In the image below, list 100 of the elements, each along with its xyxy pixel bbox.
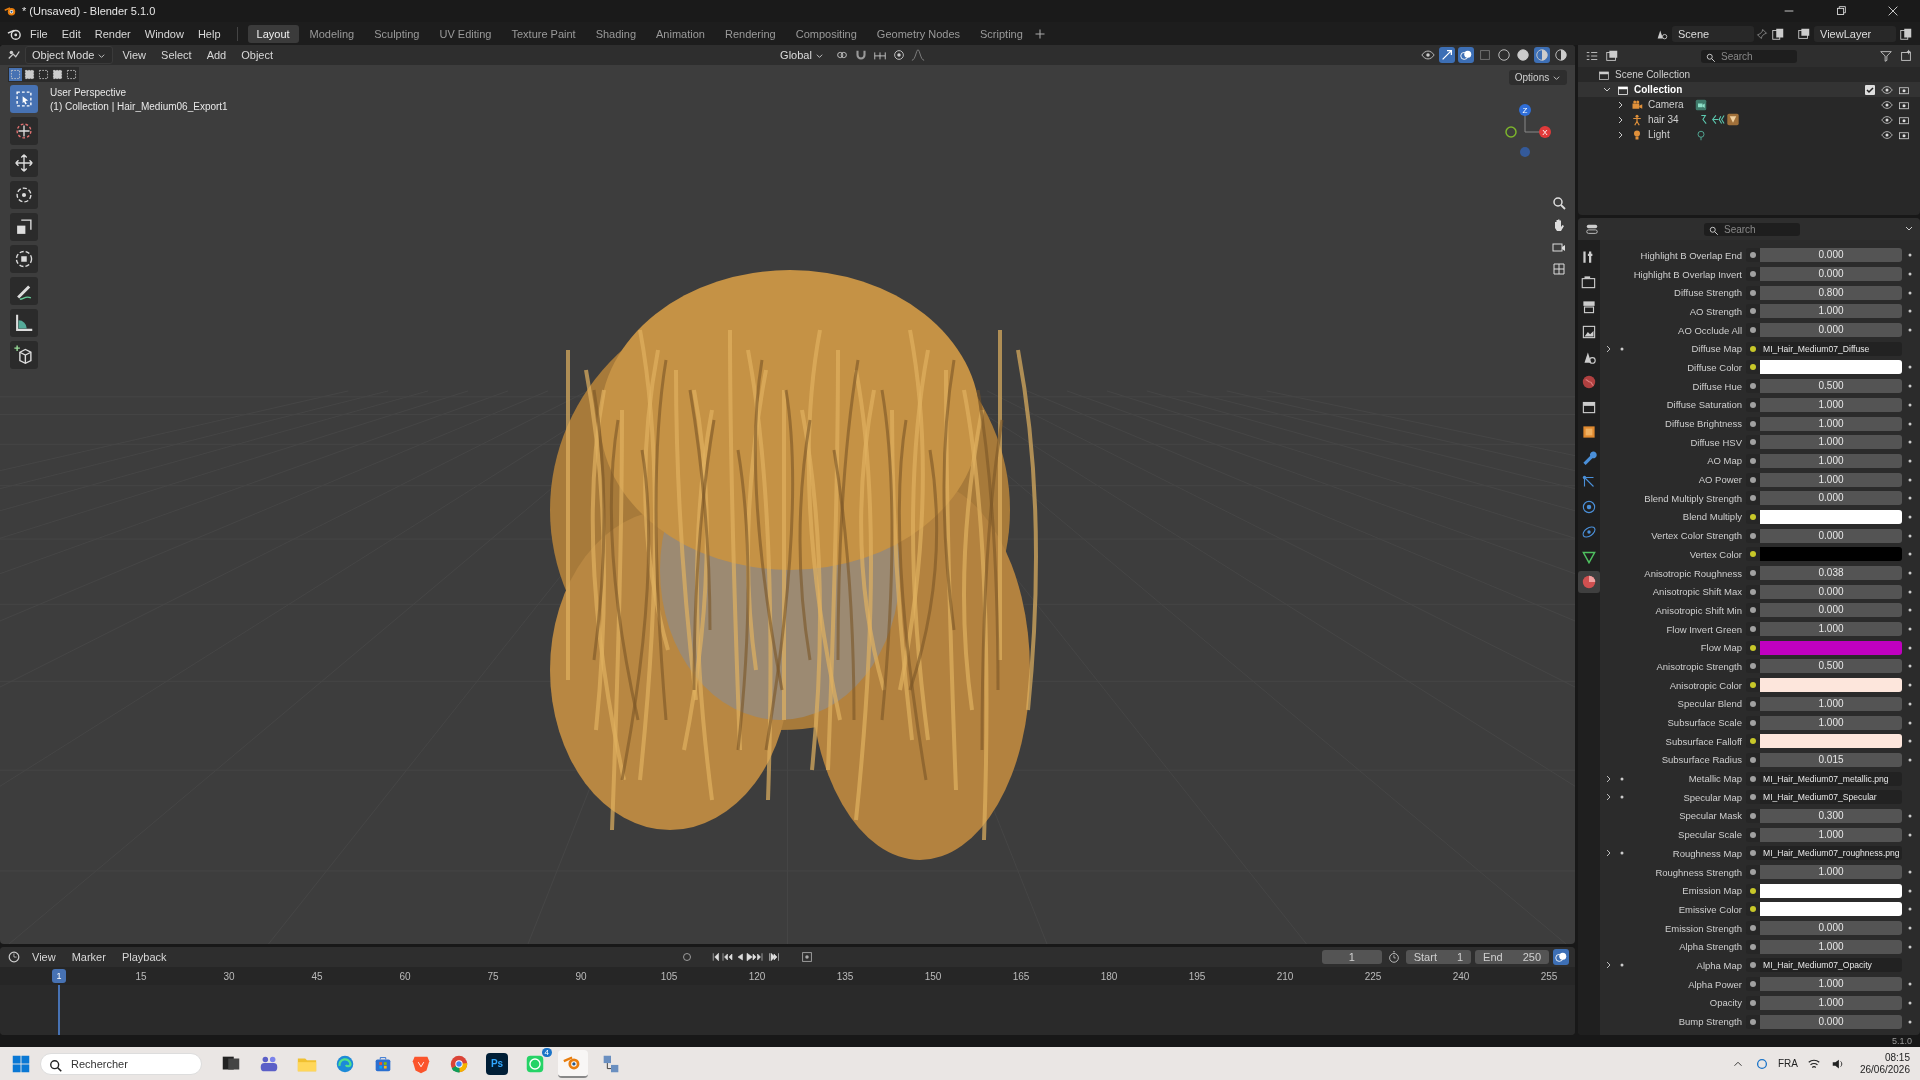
keyframe-dot-icon[interactable] [1908, 683, 1912, 688]
workspace-tab[interactable]: Texture Paint [502, 24, 585, 43]
keyframe-dot-icon[interactable] [1908, 720, 1912, 725]
color-swatch[interactable] [1760, 547, 1902, 562]
number-field[interactable]: 1.000 [1760, 472, 1902, 487]
language-indicator[interactable]: FRA [1777, 1058, 1798, 1069]
number-field[interactable]: 1.000 [1760, 696, 1902, 711]
workspace-tab[interactable]: Animation [647, 24, 714, 43]
number-field[interactable]: 1.000 [1760, 827, 1902, 842]
selection-mode-icon[interactable] [65, 68, 78, 81]
keyframe-dot-icon[interactable] [1908, 982, 1912, 987]
ruler-icon[interactable] [10, 309, 38, 337]
current-frame-field[interactable]: 1 [1321, 950, 1382, 964]
color-swatch[interactable] [1760, 360, 1902, 375]
number-field[interactable]: 0.000 [1760, 921, 1902, 936]
keyframe-dot-icon[interactable] [1908, 608, 1912, 613]
menu-item[interactable]: Edit [55, 25, 87, 42]
keyframe-dot-icon[interactable] [1908, 440, 1912, 445]
mode-dropdown[interactable]: Object Mode [25, 46, 114, 64]
menu-item[interactable]: File [24, 25, 54, 42]
number-field[interactable]: 0.000 [1760, 491, 1902, 506]
number-field[interactable]: 0.500 [1760, 659, 1902, 674]
number-field[interactable]: 1.000 [1760, 977, 1902, 992]
zoom-icon[interactable] [1551, 195, 1567, 211]
keyframe-dot-icon[interactable] [1908, 253, 1912, 258]
collection-label[interactable]: Collection [1634, 84, 1683, 95]
restore-icon[interactable] [1834, 4, 1848, 18]
color-swatch[interactable] [1760, 678, 1902, 693]
workspace-tab[interactable]: Compositing [786, 24, 866, 43]
number-field[interactable]: 0.000 [1760, 528, 1902, 543]
menu-item[interactable]: View [116, 47, 153, 63]
number-field[interactable]: 1.000 [1760, 397, 1902, 412]
grid-icon[interactable] [1551, 261, 1567, 277]
number-field[interactable]: 1.000 [1760, 622, 1902, 637]
clock-date[interactable]: 26/06/2026 [1859, 1063, 1910, 1076]
rotate-icon[interactable] [10, 181, 38, 209]
number-field[interactable]: 0.000 [1760, 603, 1902, 618]
menu-item[interactable]: View [26, 949, 62, 965]
image-stack-icon[interactable] [1604, 48, 1620, 64]
new-collection-icon[interactable] [1898, 48, 1914, 64]
filter-icon[interactable] [1878, 48, 1894, 64]
color-swatch[interactable] [1760, 734, 1902, 749]
options-dropdown[interactable]: Options [1508, 70, 1567, 85]
menu-item[interactable]: Playback [115, 949, 173, 965]
pin-icon[interactable] [1756, 27, 1768, 40]
number-field[interactable]: 0.000 [1760, 584, 1902, 599]
eye-icon[interactable] [1881, 128, 1893, 141]
start-frame-field[interactable]: Start 1 [1405, 950, 1472, 964]
keyframe-dot-icon[interactable] [1908, 870, 1912, 875]
texture-field[interactable]: MI_Hair_Medium07_Opacity [1760, 958, 1902, 973]
number-field[interactable]: 1.000 [1760, 939, 1902, 954]
keyframe-dot-icon[interactable] [1908, 533, 1912, 538]
eye-icon[interactable] [1881, 113, 1893, 126]
checkbox[interactable] [1864, 83, 1876, 96]
shading-mode-icon[interactable] [1496, 47, 1512, 63]
number-field[interactable]: 1.000 [1760, 995, 1902, 1010]
color-swatch[interactable] [1760, 883, 1902, 898]
workspace-tab[interactable]: Geometry Nodes [867, 24, 969, 43]
move-arrows-icon[interactable] [10, 149, 38, 177]
keyframe-dot-icon[interactable] [1908, 757, 1912, 762]
menu-item[interactable]: Render [88, 25, 137, 42]
keyframe-dot-icon[interactable] [1908, 907, 1912, 912]
playhead[interactable]: 1 [52, 969, 66, 983]
texture-field[interactable]: MI_Hair_Medium07_Specular [1760, 790, 1902, 805]
workspace-tab[interactable]: Sculpting [365, 24, 429, 43]
number-field[interactable]: 1.000 [1760, 865, 1902, 880]
eye-icon[interactable] [1420, 47, 1436, 63]
view-layer-field[interactable]: ViewLayer [1814, 25, 1896, 42]
scene-field[interactable]: Scene [1672, 25, 1754, 42]
keyframe-dot-icon[interactable] [1908, 328, 1912, 333]
number-field[interactable]: 0.038 [1760, 566, 1902, 581]
keyframe-dot-icon[interactable] [1908, 1000, 1912, 1005]
menu-item[interactable]: Window [138, 25, 190, 42]
keyframe-dot-icon[interactable] [1908, 627, 1912, 632]
selection-mode-icon[interactable] [37, 68, 50, 81]
menu-item[interactable]: Marker [65, 949, 112, 965]
add-cube-icon[interactable] [10, 341, 38, 369]
keyframe-dot-icon[interactable] [1908, 477, 1912, 482]
keyframe-dot-icon[interactable] [1908, 701, 1912, 706]
eye-icon[interactable] [1881, 98, 1893, 111]
overlay-toggle-icon[interactable] [1553, 949, 1569, 965]
gizmo-toggle-icon[interactable] [1439, 47, 1455, 63]
search-field[interactable]: Search [1701, 49, 1797, 63]
number-field[interactable]: 0.500 [1760, 379, 1902, 394]
transform-icon[interactable] [10, 245, 38, 273]
orientation-dropdown[interactable]: Global [773, 46, 831, 64]
keyframe-dot-icon[interactable] [1908, 552, 1912, 557]
number-field[interactable]: 0.015 [1760, 752, 1902, 767]
shading-mode-icon[interactable] [1534, 47, 1550, 63]
number-field[interactable]: 1.000 [1760, 453, 1902, 468]
number-field[interactable]: 0.000 [1760, 248, 1902, 263]
number-field[interactable]: 0.000 [1760, 1014, 1902, 1029]
keyframe-dot-icon[interactable] [1908, 365, 1912, 370]
number-field[interactable]: 1.000 [1760, 416, 1902, 431]
workspace-tab[interactable]: Modeling [300, 24, 364, 43]
keyframe-dot-icon[interactable] [1908, 421, 1912, 426]
texture-field[interactable]: MI_Hair_Medium07_metallic.png [1760, 771, 1902, 786]
camera-data-icon[interactable] [1695, 98, 1707, 111]
light-data-icon[interactable] [1695, 128, 1707, 141]
menu-item[interactable]: Add [200, 47, 233, 63]
